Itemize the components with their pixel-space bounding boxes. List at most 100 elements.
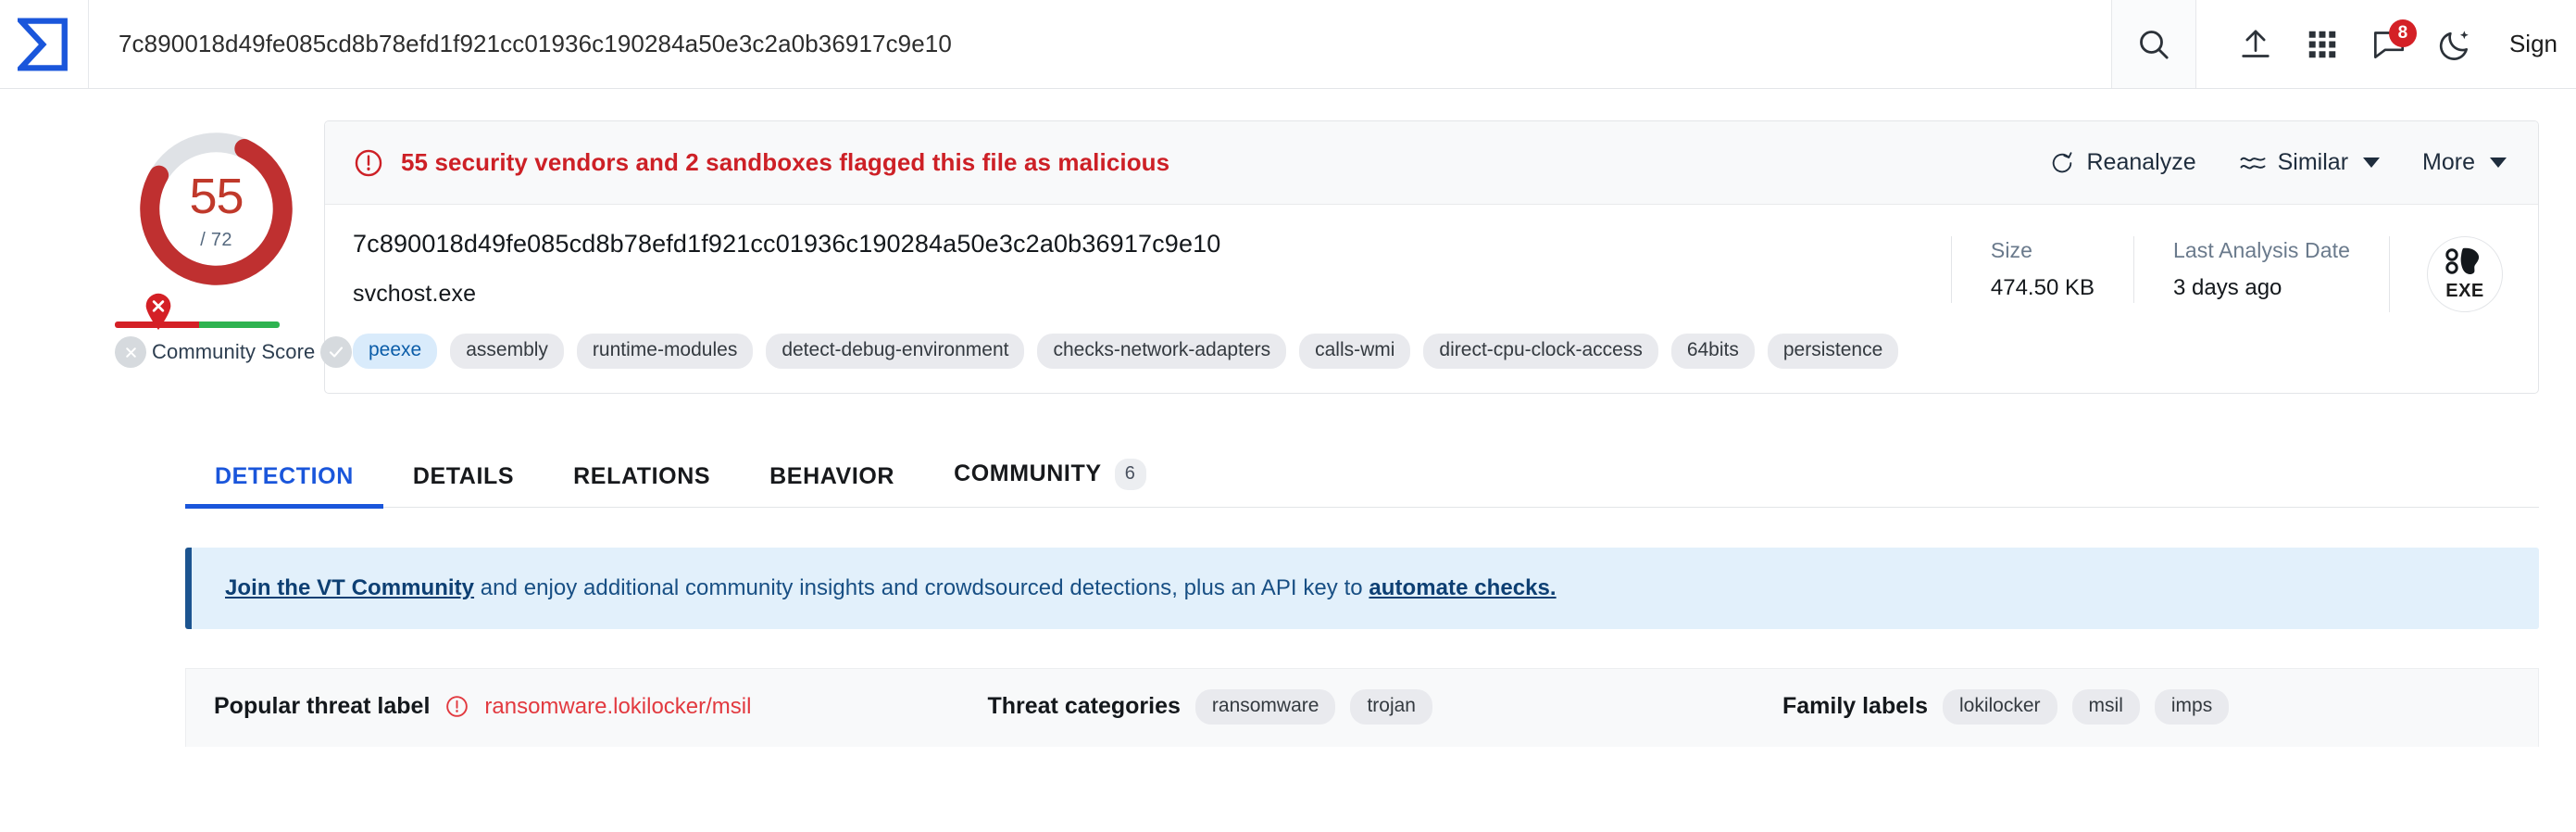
- x-pin-marker-icon: [145, 293, 171, 330]
- family-label-chip[interactable]: msil: [2071, 688, 2140, 725]
- file-meta: Size 474.50 KB Last Analysis Date 3 days…: [1923, 231, 2507, 312]
- detection-score-text: 55 / 72: [135, 128, 297, 290]
- last-analysis-label: Last Analysis Date: [2172, 238, 2350, 262]
- community-downvote-button[interactable]: [115, 336, 146, 368]
- tab-relations-label: RELATIONS: [573, 462, 711, 489]
- community-score-bar: [115, 321, 280, 328]
- file-size-value: 474.50 KB: [1990, 275, 2095, 300]
- more-button[interactable]: More: [2422, 149, 2507, 176]
- exe-label: EXE: [2445, 280, 2484, 301]
- upload-icon: [2242, 30, 2270, 57]
- apps-grid-button[interactable]: [2289, 12, 2356, 77]
- threat-category-chip[interactable]: trojan: [1350, 688, 1432, 725]
- family-labels-group: Family labels lokilocker msil imps: [1782, 688, 2230, 725]
- last-analysis-date: Last Analysis Date 3 days ago: [2132, 236, 2389, 303]
- tab-relations[interactable]: RELATIONS: [544, 448, 740, 507]
- tab-community-badge: 6: [1114, 458, 1146, 490]
- chevron-down-icon: [2363, 158, 2381, 168]
- file-tag[interactable]: runtime-modules: [576, 333, 754, 369]
- exe-gears-icon: [2445, 247, 2480, 274]
- similar-button[interactable]: Similar: [2239, 149, 2381, 176]
- popular-threat-label-title: Popular threat label: [214, 693, 431, 720]
- join-vt-community-link[interactable]: Join the VT Community: [225, 575, 474, 600]
- tab-detection[interactable]: DETECTION: [185, 448, 383, 509]
- reanalyze-label: Reanalyze: [2086, 149, 2196, 175]
- similar-label: Similar: [2277, 149, 2349, 175]
- report-tabs: DETECTION DETAILS RELATIONS BEHAVIOR COM…: [185, 444, 2539, 509]
- search-input[interactable]: [119, 30, 2102, 58]
- threat-categories-title: Threat categories: [987, 693, 1181, 720]
- dark-mode-button[interactable]: [2422, 12, 2489, 77]
- family-label-chip[interactable]: lokilocker: [1943, 688, 2057, 725]
- file-tag[interactable]: detect-debug-environment: [766, 333, 1025, 369]
- file-card-actions: Reanalyze Similar More: [2049, 149, 2507, 176]
- check-circle-icon: [330, 347, 344, 358]
- search-icon: [2140, 30, 2169, 59]
- file-tag[interactable]: checks-network-adapters: [1037, 333, 1287, 369]
- family-labels-title: Family labels: [1782, 693, 1928, 720]
- automate-checks-link[interactable]: automate checks.: [1369, 575, 1556, 600]
- detection-total: / 72: [200, 229, 232, 250]
- refresh-icon: [2053, 151, 2072, 172]
- last-analysis-value: 3 days ago: [2172, 275, 2282, 300]
- moon-dark-mode-icon: [2439, 30, 2469, 60]
- file-size-label: Size: [1990, 238, 2033, 262]
- malicious-alert: 55 security vendors and 2 sandboxes flag…: [353, 147, 2049, 179]
- exclamation-circle-icon: [355, 149, 382, 176]
- file-card-body: 7c890018d49fe085cd8b78efd1f921cc01936c19…: [325, 205, 2538, 393]
- virustotal-sigma-logo-icon: [17, 17, 68, 71]
- score-column: 55 / 72 Community Score: [0, 120, 353, 394]
- community-score-label: Community Score: [152, 340, 316, 363]
- waves-similar-icon: [2240, 157, 2266, 169]
- apps-grid-icon: [2308, 31, 2336, 57]
- threat-summary-bar: Popular threat label ransomware.lokilock…: [185, 667, 2539, 747]
- vt-community-banner: Join the VT Community and enjoy addition…: [185, 547, 2539, 629]
- main-content: 55 / 72 Community Score 55 security vend…: [0, 89, 2576, 394]
- tab-detection-label: DETECTION: [215, 462, 354, 489]
- exe-badge: EXE: [2427, 236, 2503, 312]
- file-card-column: 55 security vendors and 2 sandboxes flag…: [324, 120, 2576, 394]
- community-score: Community Score: [115, 293, 353, 368]
- community-score-positive: [198, 321, 280, 328]
- tab-details[interactable]: DETAILS: [383, 448, 544, 507]
- tab-community[interactable]: COMMUNITY 6: [924, 444, 1176, 507]
- exclamation-circle-icon: [446, 696, 469, 718]
- file-identity: 7c890018d49fe085cd8b78efd1f921cc01936c19…: [353, 230, 1923, 369]
- x-circle-icon: [125, 347, 136, 358]
- notifications-button[interactable]: 8: [2356, 12, 2422, 77]
- tab-behavior-label: BEHAVIOR: [769, 462, 895, 489]
- file-name: svchost.exe: [353, 280, 477, 307]
- file-hash: 7c890018d49fe085cd8b78efd1f921cc01936c19…: [353, 230, 1221, 258]
- detection-count: 55: [189, 168, 244, 224]
- file-tag[interactable]: peexe: [353, 333, 438, 369]
- file-size: Size 474.50 KB: [1950, 236, 2133, 303]
- app-header: 8 Sign: [0, 0, 2576, 89]
- file-summary-card: 55 security vendors and 2 sandboxes flag…: [324, 120, 2539, 394]
- search-field-wrapper: [89, 0, 2111, 88]
- more-label: More: [2422, 149, 2475, 175]
- header-actions: 8 Sign: [2196, 0, 2576, 88]
- file-tag[interactable]: persistence: [1767, 333, 1899, 369]
- threat-categories-group: Threat categories ransomware trojan: [987, 688, 1432, 725]
- search-button[interactable]: [2110, 0, 2196, 88]
- vt-banner-middle-text: and enjoy additional community insights …: [474, 574, 1369, 600]
- file-tags: peexe assembly runtime-modules detect-de…: [353, 333, 1923, 369]
- notifications-badge: 8: [2388, 19, 2417, 47]
- malicious-alert-text: 55 security vendors and 2 sandboxes flag…: [401, 148, 1170, 176]
- upload-file-button[interactable]: [2222, 12, 2289, 77]
- tab-behavior[interactable]: BEHAVIOR: [740, 448, 924, 507]
- threat-category-chip[interactable]: ransomware: [1194, 688, 1336, 725]
- tab-community-label: COMMUNITY: [954, 460, 1102, 487]
- reanalyze-button[interactable]: Reanalyze: [2049, 149, 2196, 176]
- family-label-chip[interactable]: imps: [2154, 688, 2230, 725]
- file-tag[interactable]: calls-wmi: [1299, 333, 1411, 369]
- file-tag[interactable]: direct-cpu-clock-access: [1423, 333, 1658, 369]
- file-tag[interactable]: assembly: [450, 333, 564, 369]
- detection-score-donut: 55 / 72: [135, 128, 297, 290]
- file-card-header: 55 security vendors and 2 sandboxes flag…: [325, 121, 2538, 205]
- chevron-down-icon: [2490, 158, 2507, 168]
- sign-in-button[interactable]: Sign: [2489, 30, 2567, 58]
- community-score-row: Community Score: [115, 336, 353, 368]
- virustotal-logo[interactable]: [0, 0, 89, 88]
- file-tag[interactable]: 64bits: [1670, 333, 1755, 369]
